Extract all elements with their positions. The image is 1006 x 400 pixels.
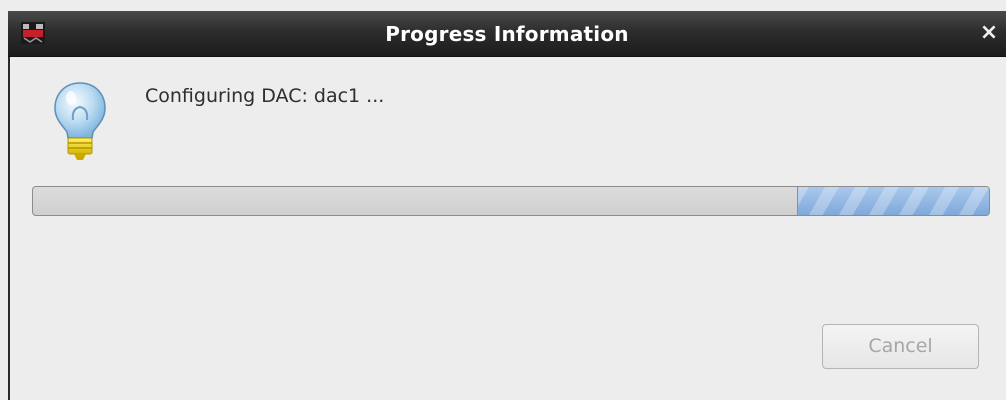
progress-bar-fill (796, 187, 989, 215)
close-button[interactable]: × (978, 22, 1000, 44)
title-bar[interactable]: Progress Information × (8, 11, 1006, 57)
lightbulb-icon (54, 82, 106, 160)
progress-dialog: Progress Information × Configuring DAC: … (0, 0, 1006, 400)
progress-bar (32, 186, 990, 216)
window-title: Progress Information (385, 22, 629, 46)
dialog-content: Configuring DAC: dac1 ... Cancel (10, 57, 1006, 400)
cancel-button[interactable]: Cancel (822, 324, 979, 369)
status-message: Configuring DAC: dac1 ... (145, 85, 385, 107)
